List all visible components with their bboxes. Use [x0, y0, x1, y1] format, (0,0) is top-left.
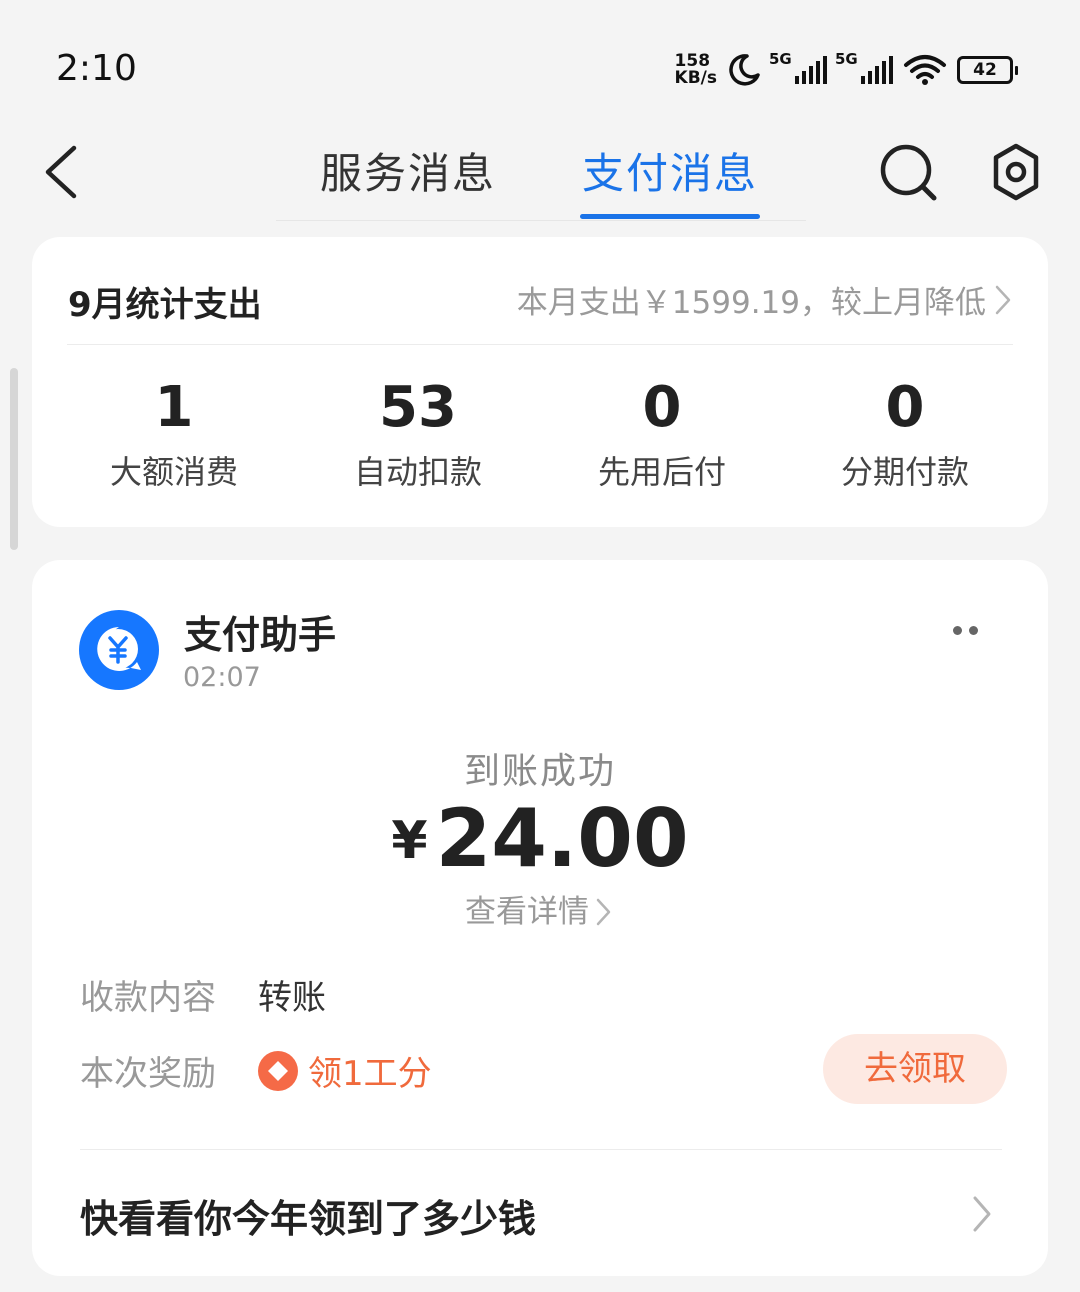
view-details-link[interactable]: 查看详情 — [32, 886, 1048, 931]
chevron-right-icon — [995, 285, 1011, 314]
header: 服务消息 支付消息 — [0, 120, 1080, 225]
signal-icon-1: 5G — [769, 50, 827, 84]
status-icons: 158 KB/s 5G 5G 42 — [675, 50, 1018, 90]
stat-installments[interactable]: 0 分期付款 — [785, 377, 1025, 493]
chevron-right-icon — [596, 898, 611, 926]
tab-service-messages[interactable]: 服务消息 — [320, 140, 496, 201]
status-bar: 2:10 158 KB/s 5G 5G 42 — [0, 0, 1080, 120]
stat-pay-later[interactable]: 0 先用后付 — [542, 377, 782, 493]
stat-large-spend[interactable]: 1 大额消费 — [54, 377, 294, 493]
moon-icon — [729, 54, 760, 86]
tab-payment-messages[interactable]: 支付消息 — [582, 140, 758, 201]
back-icon[interactable] — [38, 144, 88, 200]
row-payment-content: 收款内容 转账 — [80, 978, 326, 1018]
search-icon[interactable] — [878, 142, 940, 204]
sender-name: 支付助手 — [184, 613, 337, 657]
network-speed: 158 KB/s — [674, 51, 717, 88]
chevron-right-icon[interactable] — [969, 1192, 995, 1236]
monthly-stats-card: 9月统计支出 本月支出￥1599.19，较上月降低 1 大额消费 53 自动扣款… — [32, 237, 1048, 527]
claim-reward-button[interactable]: 去领取 — [823, 1034, 1007, 1104]
message-time: 02:07 — [183, 662, 261, 693]
stats-summary-link[interactable]: 本月支出￥1599.19，较上月降低 — [517, 277, 1014, 322]
currency-symbol: ¥ — [391, 811, 428, 871]
receipt-status: 到账成功 — [463, 751, 616, 792]
payment-assistant-avatar — [79, 610, 159, 690]
tab-divider — [276, 220, 806, 221]
amount-value: 24.00 — [435, 792, 689, 885]
gear-icon[interactable] — [988, 142, 1044, 202]
divider — [67, 344, 1013, 345]
divider — [80, 1149, 1002, 1150]
row-reward: 本次奖励 领1工分 — [80, 1046, 432, 1095]
scrollbar[interactable] — [10, 368, 18, 550]
status-time: 2:10 — [56, 48, 137, 89]
stat-auto-debit[interactable]: 53 自动扣款 — [298, 377, 538, 493]
more-options-icon[interactable] — [953, 624, 981, 636]
stats-title: 9月统计支出 — [68, 285, 262, 325]
battery-icon: 42 — [957, 56, 1018, 84]
promo-link[interactable]: 快看看你今年领到了多少钱 — [80, 1188, 536, 1243]
signal-icon-2: 5G — [835, 50, 893, 84]
amount: ¥24.00 — [32, 792, 1048, 885]
payment-message-card: 支付助手 02:07 到账成功 ¥24.00 查看详情 收款内容 转账 本次奖励… — [32, 560, 1048, 1276]
reward-coin-icon — [258, 1050, 298, 1091]
wifi-icon — [904, 55, 946, 85]
active-tab-indicator — [580, 214, 760, 219]
